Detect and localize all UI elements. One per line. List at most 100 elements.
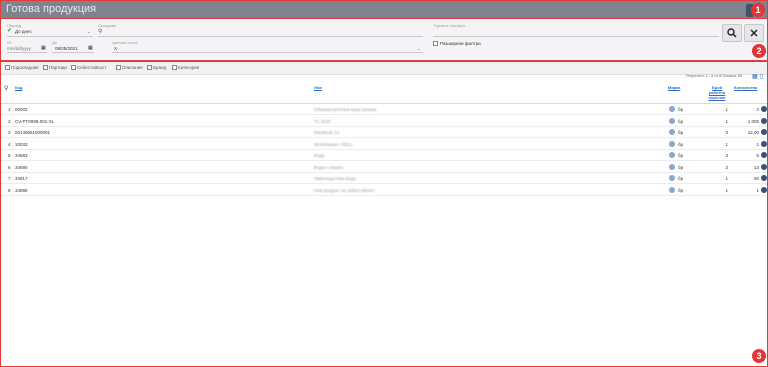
table-row[interactable]: 2 CV-PT0095-001-XL T1 2020 бр 1 1 000 — [1, 116, 767, 127]
row-work-orders: 1 — [725, 176, 728, 181]
table-row[interactable]: 8 34988 Нов продукт за себестойност бр 1 1 — [1, 185, 767, 196]
row-quantity: 1 — [756, 187, 759, 193]
table-search-icon[interactable]: ⚲ — [4, 85, 8, 92]
period-select[interactable]: До днес — [15, 29, 32, 34]
close-icon — [750, 29, 758, 37]
price-list-select[interactable]: X — [114, 46, 117, 51]
badge-3: 3 — [752, 349, 766, 363]
price-list-label: Ценова листа — [112, 40, 138, 45]
row-code[interactable]: 34917 — [15, 176, 28, 181]
row-name[interactable]: MacBook 13 — [314, 130, 339, 135]
row-measure: бр — [678, 141, 684, 147]
info-icon[interactable] — [669, 117, 675, 124]
advanced-filters-label: Разширени филтри — [440, 41, 481, 46]
header-quantity[interactable]: Количество — [734, 85, 757, 90]
table-row[interactable]: 6 34690 Вода с газина бр 2 13 — [1, 162, 767, 173]
period-chevron-down-icon[interactable]: ⌄ — [87, 29, 90, 34]
toggle-subwarehouses[interactable]: Подскладове — [5, 65, 39, 70]
row-number: 7 — [8, 176, 11, 181]
row-code[interactable]: CV-PT0095-001-XL — [15, 119, 54, 124]
row-work-orders: 3 — [725, 153, 728, 158]
details-icon[interactable] — [761, 129, 767, 135]
toggle-category[interactable]: Категория — [172, 65, 199, 70]
search-button[interactable] — [722, 24, 742, 42]
date-to-underline — [52, 52, 94, 53]
clear-button[interactable] — [744, 24, 764, 42]
row-name[interactable]: Нов продукт за себестойност — [314, 188, 375, 193]
header-code[interactable]: Код — [15, 85, 22, 90]
app-window: Готова продукция 1 Период ✔ До днес ⌄ Ск… — [0, 0, 768, 367]
row-measure: бр — [678, 153, 684, 158]
row-code[interactable]: 00002 — [15, 107, 28, 112]
row-name[interactable]: Вода — [314, 153, 325, 158]
info-icon[interactable] — [669, 152, 675, 158]
row-code[interactable]: 10033 — [15, 142, 28, 147]
column-toggles: Подскладове Партиди Себестойност Описани… — [1, 62, 767, 75]
grid-view-icon[interactable]: ▦ — [752, 73, 758, 80]
row-name[interactable]: Вода с газина — [314, 165, 343, 170]
row-quantity: 1 000 — [747, 118, 759, 124]
row-measure: бр — [678, 187, 684, 193]
row-number: 3 — [8, 130, 11, 135]
info-icon[interactable] — [669, 175, 675, 181]
row-work-orders: 1 — [725, 141, 728, 147]
row-number: 6 — [8, 164, 11, 170]
details-icon[interactable] — [761, 117, 767, 124]
toggle-batches[interactable]: Партиди — [43, 65, 67, 70]
price-list-underline — [112, 52, 423, 53]
toggle-description[interactable]: Описание — [116, 65, 143, 70]
row-work-orders: 1 — [725, 118, 728, 124]
info-icon[interactable] — [669, 140, 675, 147]
info-icon[interactable] — [669, 163, 675, 170]
date-from-input[interactable]: mm/dd/yyyy — [7, 46, 31, 51]
table-row[interactable]: 3 00140651000001 MacBook 13 бр 3 12,00 — [1, 127, 767, 138]
table-row[interactable]: 4 10033 WorkStation / DELL бр 1 1 — [1, 139, 767, 150]
table-row[interactable]: 7 34917 Лимонадотова вода бр 1 50 — [1, 173, 767, 184]
search-icon — [727, 28, 737, 38]
filter-panel: Период ✔ До днес ⌄ Складове ⚲ Търсене Ар… — [0, 19, 768, 61]
header-name[interactable]: Име — [314, 85, 322, 90]
advanced-filters-checkbox[interactable] — [433, 41, 438, 46]
row-name[interactable]: Обезмаслителна вода ценник — [314, 107, 376, 112]
date-to-calendar-icon[interactable]: ▦ — [88, 45, 93, 51]
info-icon[interactable] — [669, 106, 675, 112]
row-measure: бр — [678, 130, 684, 135]
row-code[interactable]: 00140651000001 — [15, 130, 50, 135]
row-work-orders: 2 — [725, 164, 728, 170]
price-list-chevron-down-icon[interactable]: ⌄ — [417, 46, 420, 51]
row-quantity: 1 — [756, 141, 759, 147]
badge-1: 1 — [751, 3, 765, 17]
row-name[interactable]: T1 2020 — [314, 119, 331, 124]
details-icon[interactable] — [761, 140, 767, 147]
export-icon[interactable]: ▯ — [760, 73, 763, 80]
period-underline — [7, 36, 93, 37]
row-name[interactable]: Лимонадотова вода — [314, 176, 356, 181]
header-measure[interactable]: Мярка — [668, 85, 680, 90]
details-icon[interactable] — [761, 163, 767, 170]
table-row[interactable]: 5 34683 Вода бр 3 6 — [1, 150, 767, 161]
toggle-brand[interactable]: Бранд — [147, 65, 166, 70]
row-code[interactable]: 34988 — [15, 188, 28, 193]
toggle-cost[interactable]: Себестойност — [71, 65, 106, 70]
search-article-label: Търсене Артикул — [433, 23, 465, 28]
warehouses-input[interactable] — [98, 36, 423, 37]
table-row[interactable]: 1 00002 Обезмаслителна вода ценник бр 1 2 — [1, 104, 767, 115]
details-icon[interactable] — [761, 175, 767, 181]
details-icon[interactable] — [761, 152, 767, 158]
row-number: 8 — [8, 187, 11, 193]
info-icon[interactable] — [669, 186, 675, 193]
info-icon[interactable] — [669, 129, 675, 135]
row-code[interactable]: 34683 — [15, 153, 28, 158]
warehouses-search-icon: ⚲ — [98, 29, 103, 35]
search-article-input[interactable] — [433, 36, 719, 37]
row-quantity: 2 — [756, 107, 759, 112]
row-measure: бр — [678, 118, 684, 124]
details-icon[interactable] — [761, 186, 767, 193]
date-from-calendar-icon[interactable]: ▦ — [41, 45, 46, 51]
header-work-orders[interactable]: Брой работни поръчки — [703, 85, 731, 100]
row-code[interactable]: 34690 — [15, 165, 28, 170]
results-panel: Подскладове Партиди Себестойност Описани… — [0, 61, 768, 367]
row-name[interactable]: WorkStation / DELL — [314, 142, 353, 147]
date-to-input[interactable]: 08/25/2021 — [55, 46, 78, 51]
details-icon[interactable] — [761, 106, 767, 112]
